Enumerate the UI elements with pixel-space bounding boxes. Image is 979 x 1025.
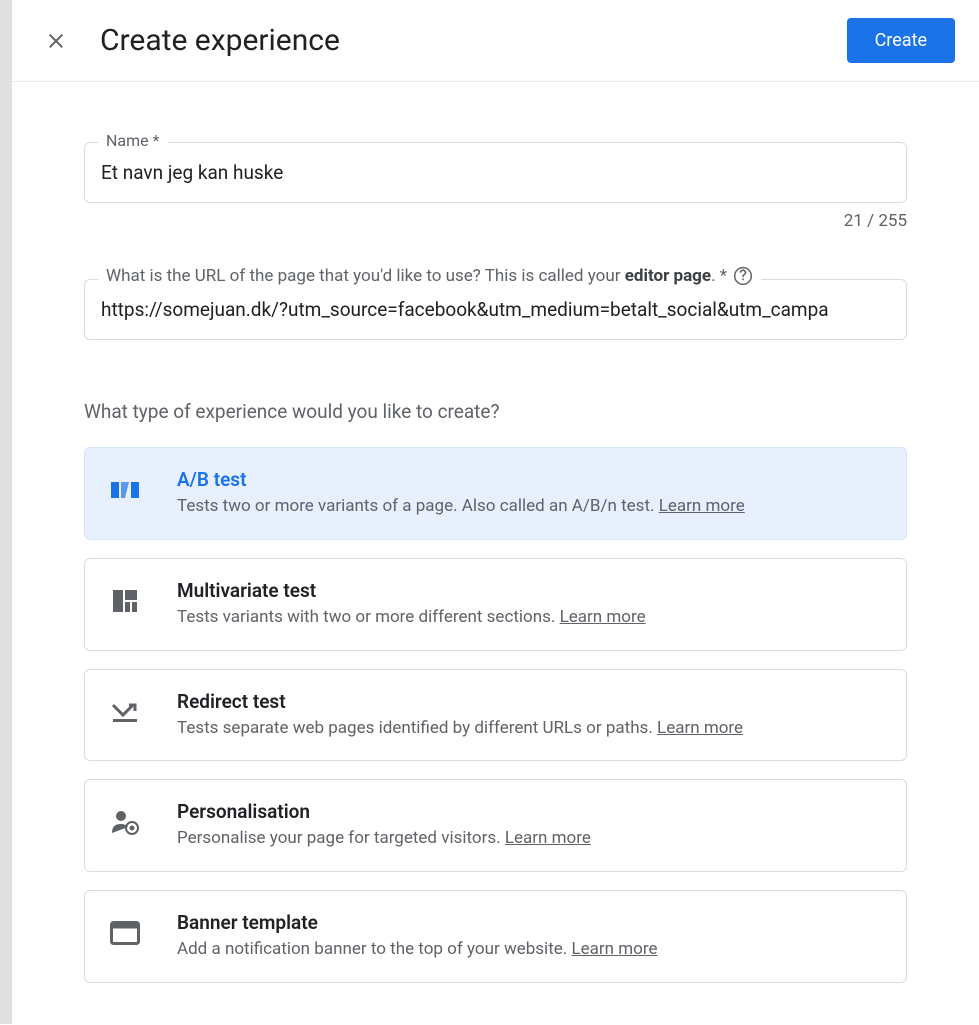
option-redirect-test[interactable]: Redirect test Tests separate web pages i… — [84, 669, 907, 762]
name-char-counter: 21 / 255 — [84, 211, 907, 231]
option-content: Multivariate test Tests variants with tw… — [177, 579, 882, 630]
create-button[interactable]: Create — [847, 18, 955, 63]
create-experience-dialog: Create experience Create Name * 21 / 255… — [12, 0, 979, 1024]
close-button[interactable] — [36, 21, 76, 61]
dialog-content: Name * 21 / 255 What is the URL of the p… — [12, 82, 979, 1025]
background-edge — [0, 0, 12, 1024]
url-label-bold: editor page — [625, 266, 711, 286]
personalisation-icon — [109, 806, 141, 838]
option-multivariate-test[interactable]: Multivariate test Tests variants with tw… — [84, 558, 907, 651]
url-input[interactable] — [84, 279, 907, 340]
learn-more-link[interactable]: Learn more — [659, 496, 745, 516]
option-content: Personalisation Personalise your page fo… — [177, 800, 882, 851]
option-description: Tests variants with two or more differen… — [177, 606, 882, 630]
option-title: Personalisation — [177, 800, 882, 823]
help-icon[interactable] — [733, 266, 753, 286]
option-description: Tests two or more variants of a page. Al… — [177, 495, 882, 519]
option-description: Tests separate web pages identified by d… — [177, 717, 882, 741]
url-label: What is the URL of the page that you'd l… — [98, 266, 761, 286]
name-label: Name * — [98, 131, 168, 150]
multivariate-icon — [109, 585, 141, 617]
option-title: Banner template — [177, 911, 882, 934]
url-field-group: What is the URL of the page that you'd l… — [84, 279, 907, 340]
learn-more-link[interactable]: Learn more — [505, 828, 591, 848]
experience-type-heading: What type of experience would you like t… — [84, 400, 907, 423]
dialog-header: Create experience Create — [12, 0, 979, 82]
learn-more-link[interactable]: Learn more — [657, 718, 743, 738]
name-input[interactable] — [84, 142, 907, 203]
url-label-suffix: . * — [711, 266, 727, 286]
option-ab-test[interactable]: A/B test Tests two or more variants of a… — [84, 447, 907, 540]
option-description: Personalise your page for targeted visit… — [177, 827, 882, 851]
learn-more-link[interactable]: Learn more — [571, 939, 657, 959]
option-title: A/B test — [177, 468, 882, 491]
ab-test-icon — [109, 474, 141, 506]
url-label-prefix: What is the URL of the page that you'd l… — [106, 266, 625, 286]
dialog-title: Create experience — [100, 23, 847, 58]
option-content: Redirect test Tests separate web pages i… — [177, 690, 882, 741]
redirect-icon — [109, 696, 141, 728]
option-title: Multivariate test — [177, 579, 882, 602]
option-description: Add a notification banner to the top of … — [177, 938, 882, 962]
close-icon — [44, 29, 68, 53]
option-title: Redirect test — [177, 690, 882, 713]
learn-more-link[interactable]: Learn more — [560, 607, 646, 627]
name-field-group: Name * — [84, 142, 907, 203]
option-banner-template[interactable]: Banner template Add a notification banne… — [84, 890, 907, 983]
option-personalisation[interactable]: Personalisation Personalise your page fo… — [84, 779, 907, 872]
banner-icon — [109, 917, 141, 949]
option-content: Banner template Add a notification banne… — [177, 911, 882, 962]
option-content: A/B test Tests two or more variants of a… — [177, 468, 882, 519]
